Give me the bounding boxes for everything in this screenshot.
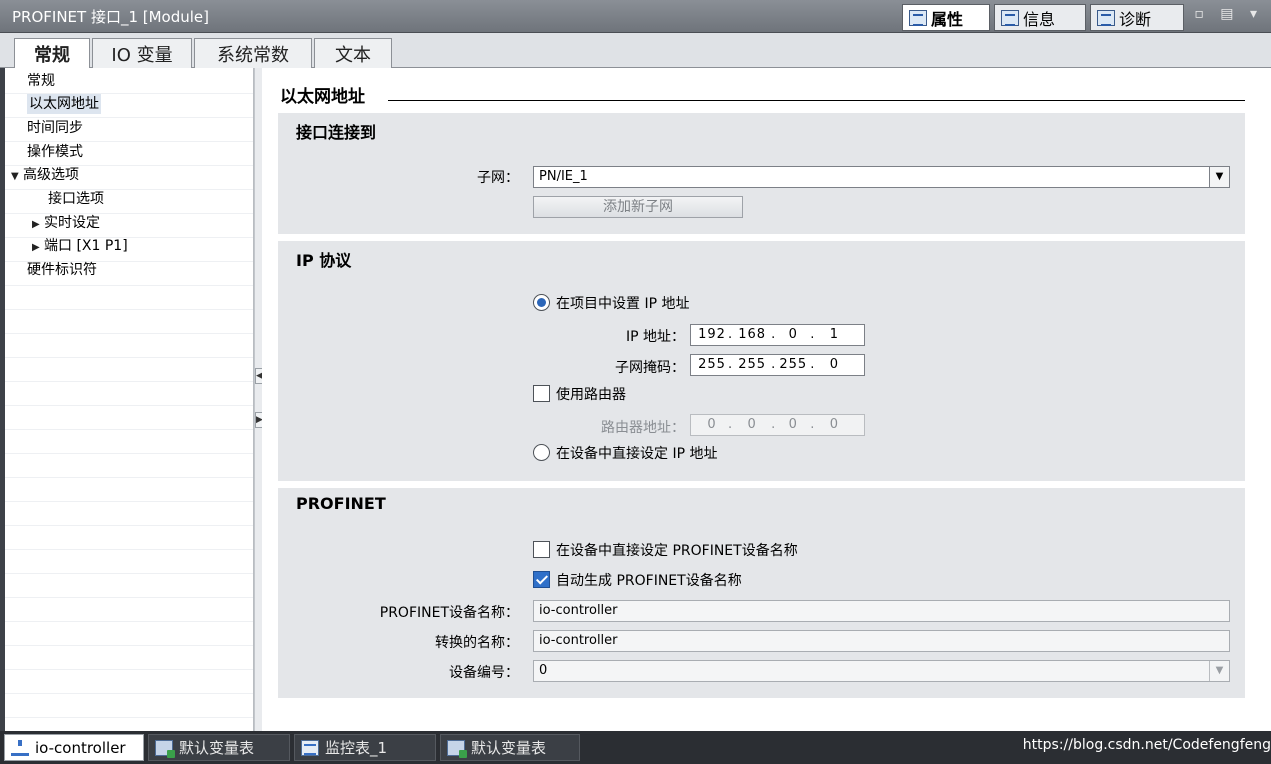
watch-table-icon — [301, 739, 319, 756]
interface-connection-group: 接口连接到 子网： PN/IE_1 ▼ 添加新子网 — [278, 113, 1245, 234]
panel-tab-label: 信息 — [1023, 9, 1056, 29]
profinet-group: PROFINET 在设备中直接设定 PROFINET设备名称 自动生成 PROF… — [278, 488, 1245, 698]
nav-item-advanced-options[interactable]: ▼ 高级选项 — [11, 164, 79, 186]
subnet-value: PN/IE_1 — [539, 169, 588, 184]
use-router-checkbox[interactable] — [533, 385, 550, 402]
watermark-text: https://blog.csdn.net/Codefengfeng — [1022, 737, 1271, 753]
taskbar-item-label: 默认变量表 — [179, 739, 255, 757]
nav-item-ethernet-address[interactable]: 以太网地址 — [27, 93, 101, 115]
subnet-mask-field[interactable]: 255. 255. 255. 0 — [690, 354, 865, 376]
nav-item-label: 接口选项 — [48, 191, 104, 207]
auto-generate-name-checkbox[interactable] — [533, 571, 550, 588]
nav-item-label: 常规 — [27, 73, 55, 89]
tab-general[interactable]: 常规 — [14, 38, 90, 69]
device-name-field[interactable]: io-controller — [533, 600, 1230, 622]
expand-arrow-icon[interactable]: ▼ — [11, 166, 23, 188]
router-address-field[interactable]: 0.0.0.0 — [690, 414, 865, 436]
nav-item-label: 时间同步 — [27, 120, 83, 136]
info-icon — [1001, 9, 1019, 26]
pane-splitter[interactable]: ◀ ▶ — [254, 68, 263, 731]
device-name-label: PROFINET设备名称： — [379, 605, 519, 621]
converted-name-field[interactable]: io-controller — [533, 630, 1230, 652]
taskbar-item-default-tag-table-2[interactable]: 默认变量表 — [440, 734, 580, 761]
tab-texts[interactable]: 文本 — [314, 38, 392, 68]
add-subnet-button[interactable]: 添加新子网 — [533, 196, 743, 218]
router-address-label: 路由器地址： — [601, 420, 685, 436]
tab-system-constants[interactable]: 系统常数 — [194, 38, 312, 68]
collapse-arrow-icon[interactable]: ▶ — [32, 214, 44, 236]
nav-item-operating-mode[interactable]: 操作模式 — [27, 141, 83, 163]
tag-table-icon — [447, 739, 467, 758]
editor-taskbar: io-controller 默认变量表 监控表_1 默认变量表 https://… — [0, 731, 1271, 764]
taskbar-item-label: 监控表_1 — [325, 739, 388, 757]
page-title: 以太网地址 — [280, 87, 365, 107]
set-ip-on-device-radio[interactable] — [533, 444, 550, 461]
taskbar-item-default-tag-table[interactable]: 默认变量表 — [148, 734, 290, 761]
nav-item-label: 实时设定 — [44, 215, 100, 231]
group-title: 接口连接到 — [296, 123, 377, 142]
taskbar-item-label: 默认变量表 — [471, 739, 547, 757]
nav-item-interface-options[interactable]: 接口选项 — [48, 188, 104, 210]
panel-tab-diagnostics[interactable]: 诊断 — [1090, 4, 1184, 31]
ip-address-field[interactable]: 192. 168. 0. 1 — [690, 324, 865, 346]
properties-icon — [909, 9, 927, 26]
group-title: IP 协议 — [296, 251, 352, 270]
window-controls-icon[interactable]: ▫ ▤ ▾ — [1194, 6, 1263, 22]
set-name-on-device-checkbox[interactable] — [533, 541, 550, 558]
chevron-down-icon[interactable]: ▼ — [1209, 167, 1229, 187]
taskbar-item-watch-table[interactable]: 监控表_1 — [294, 734, 436, 761]
subnet-dropdown[interactable]: PN/IE_1 ▼ — [533, 166, 1230, 188]
taskbar-item-io-controller[interactable]: io-controller — [4, 734, 144, 761]
nav-item-label: 高级选项 — [23, 167, 79, 183]
nav-item-label: 端口 [X1 P1] — [44, 238, 128, 254]
panel-tab-properties[interactable]: 属性 — [902, 4, 990, 31]
heading-divider — [388, 100, 1245, 101]
chevron-down-icon[interactable]: ▼ — [1209, 661, 1229, 681]
nav-item-label: 硬件标识符 — [27, 262, 97, 278]
ip-protocol-group: IP 协议 在项目中设置 IP 地址 IP 地址： 192. 168. 0. 1 子网… — [278, 241, 1245, 481]
main-content: 以太网地址 接口连接到 子网： PN/IE_1 ▼ 添加新子网 IP 协议 在项… — [262, 68, 1271, 731]
nav-item-realtime-settings[interactable]: ▶ 实时设定 — [32, 212, 100, 234]
network-tree-icon — [11, 739, 29, 756]
window-title: PROFINET 接口_1 [Module] — [12, 8, 210, 26]
panel-tab-label: 属性 — [931, 9, 964, 29]
nav-item-label: 以太网地址 — [27, 94, 101, 114]
tag-table-icon — [155, 739, 175, 758]
device-number-value: 0 — [539, 663, 548, 678]
set-ip-in-project-label: 在项目中设置 IP 地址 — [556, 296, 690, 312]
diagnostics-icon — [1097, 9, 1115, 26]
device-number-label: 设备编号： — [449, 665, 519, 681]
nav-item-port[interactable]: ▶ 端口 [X1 P1] — [32, 235, 128, 257]
converted-name-label: 转换的名称： — [435, 635, 519, 651]
title-bar: PROFINET 接口_1 [Module] 属性 信息 诊断 ▫ ▤ ▾ — [0, 0, 1271, 33]
navigation-tree: 常规 以太网地址 时间同步 操作模式 ▼ 高级选项 接口选项 ▶ 实时设定 ▶ 端口 … — [5, 68, 254, 731]
set-ip-in-project-radio[interactable] — [533, 294, 550, 311]
nav-item-hardware-identifier[interactable]: 硬件标识符 — [27, 259, 97, 281]
subnet-label: 子网： — [477, 170, 519, 186]
collapse-arrow-icon[interactable]: ▶ — [32, 237, 44, 259]
ip-address-label: IP 地址： — [625, 329, 685, 345]
set-ip-on-device-label: 在设备中直接设定 IP 地址 — [556, 446, 718, 462]
tab-io-tags[interactable]: IO 变量 — [92, 38, 192, 68]
auto-generate-name-label: 自动生成 PROFINET设备名称 — [556, 573, 742, 589]
set-name-on-device-label: 在设备中直接设定 PROFINET设备名称 — [556, 543, 798, 559]
panel-tab-label: 诊断 — [1119, 9, 1152, 29]
nav-item-time-sync[interactable]: 时间同步 — [27, 117, 83, 139]
subnet-mask-label: 子网掩码： — [615, 360, 685, 376]
taskbar-item-label: io-controller — [35, 738, 126, 757]
nav-item-label: 操作模式 — [27, 144, 83, 160]
device-number-dropdown[interactable]: 0 ▼ — [533, 660, 1230, 682]
panel-tab-info[interactable]: 信息 — [994, 4, 1086, 31]
nav-item-general[interactable]: 常规 — [27, 70, 55, 92]
use-router-label: 使用路由器 — [556, 387, 626, 403]
tab-strip: 常规 IO 变量 系统常数 文本 — [0, 33, 1271, 69]
group-title: PROFINET — [296, 494, 386, 513]
